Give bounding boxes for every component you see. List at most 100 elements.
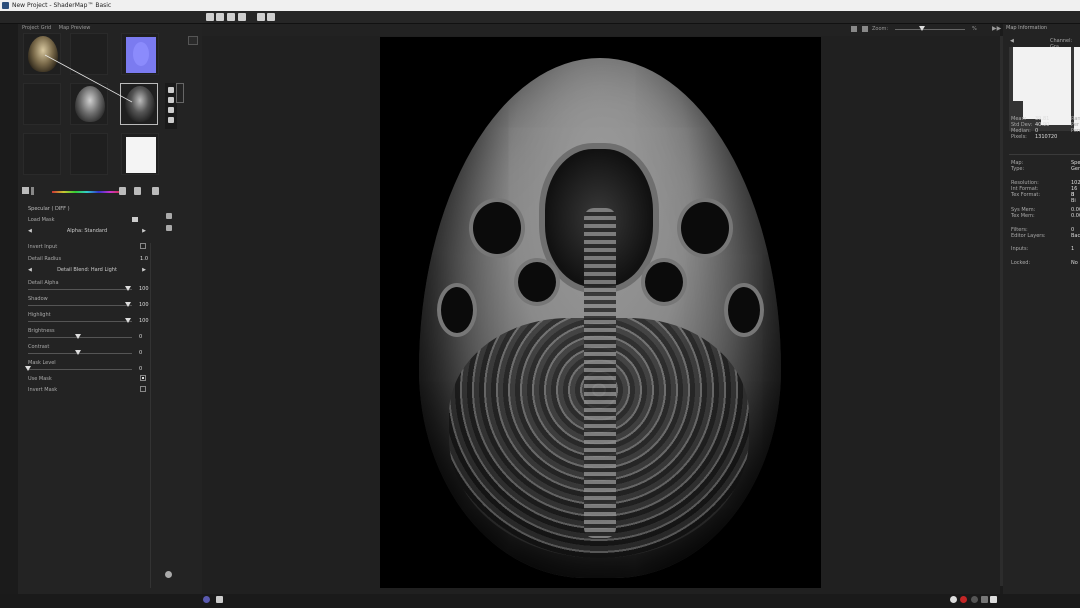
lock-status-icon[interactable]	[216, 596, 223, 603]
zoom-slider-knob[interactable]	[919, 26, 925, 31]
slider-track[interactable]	[28, 302, 132, 307]
window-title-bar: New Project - ShaderMap™ Basic	[0, 0, 1080, 11]
next-arrow-icon[interactable]: ▶	[142, 228, 146, 234]
slider-track[interactable]	[28, 318, 132, 323]
info-value: 8 Bi	[1071, 192, 1076, 204]
map-node-diffuse[interactable]	[23, 33, 61, 75]
next-arrow-icon[interactable]: ▶	[142, 267, 146, 273]
slider-value[interactable]: 100	[139, 286, 149, 292]
settings-icon[interactable]	[168, 107, 174, 113]
export-icon[interactable]	[267, 13, 275, 21]
invert-mask-checkbox[interactable]	[140, 386, 146, 392]
breadcrumb-map-preview[interactable]: Map Preview	[59, 25, 91, 31]
new-file-icon[interactable]	[206, 13, 214, 21]
screenshot-icon[interactable]	[981, 596, 988, 603]
eye-icon[interactable]	[166, 225, 172, 231]
slider-track[interactable]	[28, 334, 132, 339]
map-title: Specular ( DIFF )	[28, 206, 70, 212]
slider-knob[interactable]	[25, 366, 31, 371]
fit-icon[interactable]	[851, 26, 857, 32]
slider-value[interactable]: 100	[139, 302, 149, 308]
slider-track[interactable]	[28, 286, 132, 291]
sliders-icon[interactable]	[166, 213, 172, 219]
slider-track[interactable]	[25, 366, 132, 371]
map-node-empty[interactable]	[23, 133, 61, 175]
window-title: New Project - ShaderMap™ Basic	[12, 2, 112, 9]
open-folder-icon[interactable]	[216, 13, 224, 21]
load-mask-row: Load Mask	[28, 217, 146, 225]
tools-icon[interactable]	[257, 13, 265, 21]
save-map-icon[interactable]	[152, 187, 159, 195]
info-value: 0.00	[1071, 213, 1080, 219]
slider-knob[interactable]	[75, 350, 81, 355]
slider-track[interactable]	[28, 350, 132, 355]
stat-label: Perc	[1071, 128, 1080, 134]
map-node-white[interactable]	[121, 133, 159, 175]
gray-thumbnail	[75, 86, 105, 122]
slider-label: Detail Alpha	[28, 280, 59, 286]
specular-thumbnail	[125, 86, 155, 122]
slider-label-row: Brightness	[28, 328, 146, 336]
breadcrumb: Project Grid Map Preview	[22, 25, 96, 31]
layers-icon[interactable]	[134, 187, 141, 195]
slider-knob[interactable]	[125, 302, 131, 307]
collapse-icon[interactable]	[188, 36, 198, 45]
use-mask-checkbox[interactable]	[140, 375, 146, 381]
info-value: Back	[1071, 233, 1080, 239]
egg-hole	[677, 198, 733, 258]
slider-value[interactable]: 0	[139, 334, 142, 340]
detail-blend-selector[interactable]: ◀ Detail Blend: Hard Light ▶	[28, 267, 146, 275]
prev-channel-arrow-icon[interactable]: ◀	[1010, 38, 1014, 44]
slider-value[interactable]: 100	[139, 318, 149, 324]
info-label: Inputs:	[1011, 246, 1029, 252]
lock-icon[interactable]	[168, 87, 174, 93]
map-node-normal[interactable]	[121, 33, 159, 75]
slider-knob[interactable]	[125, 286, 131, 291]
egg-hole	[437, 283, 477, 337]
detail-blend-value: Detail Blend: Hard Light	[57, 267, 117, 273]
slider-value[interactable]: 0	[139, 366, 142, 372]
save-icon[interactable]	[227, 13, 235, 21]
main-toolbar	[0, 11, 1080, 24]
properties-side-icons	[164, 213, 174, 237]
slider-knob[interactable]	[125, 318, 131, 323]
gear-icon[interactable]	[165, 571, 172, 578]
zoom-slider[interactable]	[895, 26, 965, 31]
info-icon[interactable]	[168, 117, 174, 123]
map-node-empty[interactable]	[23, 83, 61, 125]
channel-color-bar[interactable]	[52, 191, 122, 193]
map-node-empty[interactable]	[70, 133, 108, 175]
fullscreen-icon[interactable]	[990, 596, 997, 603]
pin-icon[interactable]	[176, 83, 184, 103]
map-node-gray[interactable]	[70, 83, 108, 125]
slider-knob[interactable]	[75, 334, 81, 339]
map-node-empty[interactable]	[70, 33, 108, 75]
folder-icon[interactable]	[132, 217, 138, 222]
record-icon[interactable]	[950, 596, 957, 603]
grid-view-icon[interactable]	[22, 187, 29, 194]
slider-value[interactable]: 0	[139, 350, 142, 356]
alpha-selector[interactable]: ◀ Alpha: Standard ▶	[28, 228, 146, 236]
sort-arrows-icon[interactable]	[31, 187, 34, 195]
render-icon[interactable]	[203, 596, 210, 603]
expand-right-icon[interactable]: ▶▶	[992, 25, 1001, 32]
panel-scrollbar[interactable]	[1000, 36, 1003, 586]
actual-size-icon[interactable]	[862, 26, 868, 32]
info-label: Locked:	[1011, 260, 1031, 266]
save-as-icon[interactable]	[238, 13, 246, 21]
stop-icon[interactable]	[960, 596, 967, 603]
info-value: Gen	[1071, 166, 1080, 172]
brush-icon[interactable]	[119, 187, 126, 195]
properties-scrollbar[interactable]	[150, 243, 156, 588]
invert-mask-row: Invert Mask	[28, 386, 146, 395]
breadcrumb-project-grid[interactable]: Project Grid	[22, 25, 51, 31]
preview-canvas[interactable]	[380, 37, 821, 588]
pause-icon[interactable]	[971, 596, 978, 603]
add-icon[interactable]	[168, 97, 174, 103]
slider-label: Highlight	[28, 312, 51, 318]
egg-hole	[724, 283, 764, 337]
map-node-specular[interactable]	[120, 83, 158, 125]
stat-label: Pixels:	[1011, 134, 1027, 140]
detail-radius-value[interactable]: 1.0	[140, 256, 148, 262]
invert-input-checkbox[interactable]	[140, 243, 146, 249]
